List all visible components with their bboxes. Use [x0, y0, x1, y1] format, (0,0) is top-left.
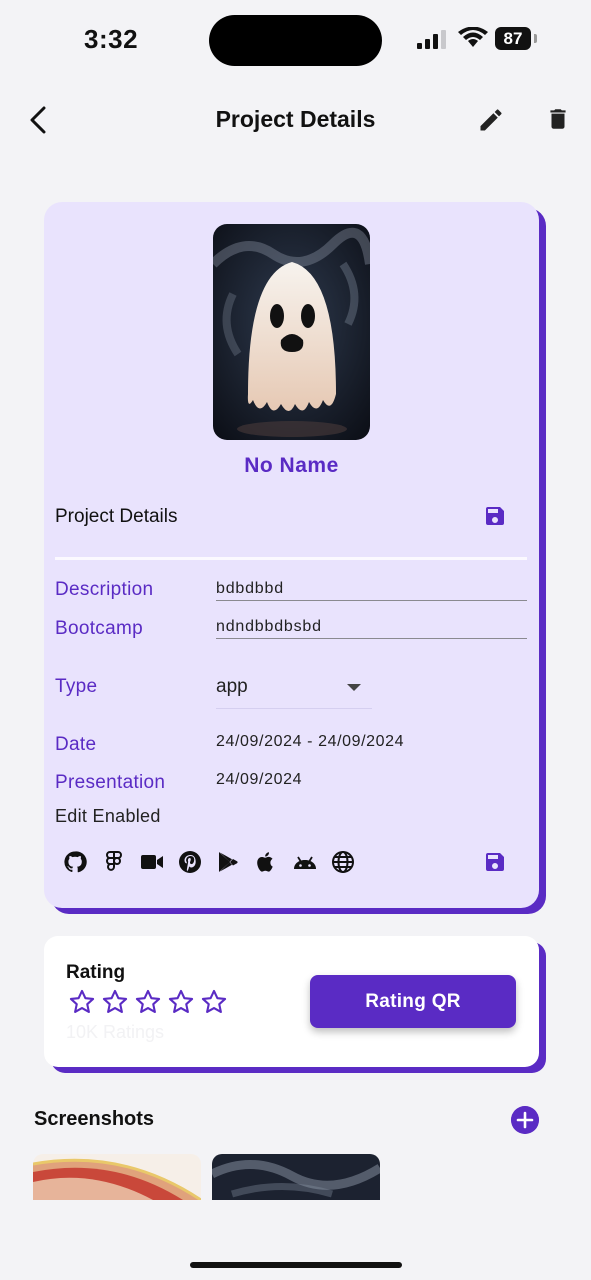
- description-field[interactable]: bdbdbbd: [216, 580, 284, 598]
- star-icon[interactable]: [68, 988, 96, 1016]
- section-title: Project Details: [55, 506, 178, 527]
- presentation-label: Presentation: [55, 772, 166, 793]
- save-links-icon[interactable]: [483, 850, 507, 874]
- figma-icon[interactable]: [102, 850, 126, 874]
- screenshot-thumbnail[interactable]: [33, 1154, 201, 1200]
- bootcamp-field[interactable]: ndndbbdbsbd: [216, 618, 322, 636]
- rating-title: Rating: [66, 962, 126, 983]
- add-screenshot-icon[interactable]: [511, 1106, 539, 1134]
- screenshots-title: Screenshots: [34, 1108, 155, 1130]
- presentation-field[interactable]: 24/09/2024: [216, 771, 302, 789]
- date-field[interactable]: 24/09/2024 - 24/09/2024: [216, 733, 404, 751]
- type-label: Type: [55, 676, 98, 697]
- dynamic-island: [209, 15, 382, 66]
- rating-count: 10K Ratings: [66, 1022, 165, 1042]
- wifi-icon: [458, 27, 488, 47]
- star-icon[interactable]: [167, 988, 195, 1016]
- delete-trash-icon[interactable]: [545, 104, 571, 134]
- status-time: 3:32: [84, 24, 139, 54]
- type-dropdown[interactable]: app: [216, 676, 248, 698]
- video-icon[interactable]: [140, 850, 164, 874]
- date-label: Date: [55, 734, 97, 755]
- dropdown-arrow-icon[interactable]: [347, 684, 361, 691]
- project-details-card: No Name Project Details Description bdbd…: [44, 202, 539, 908]
- google-play-icon[interactable]: [216, 850, 240, 874]
- cellular-signal-icon: [417, 30, 446, 49]
- rating-card: Rating 10K Ratings Rating QR: [44, 936, 539, 1067]
- star-icon[interactable]: [200, 988, 228, 1016]
- star-icon[interactable]: [101, 988, 129, 1016]
- home-indicator: [190, 1262, 402, 1268]
- bootcamp-underline: [216, 638, 527, 639]
- edit-enabled-label: Edit Enabled: [55, 806, 161, 826]
- save-icon[interactable]: [483, 504, 507, 528]
- battery-indicator: 87: [495, 27, 531, 50]
- android-icon[interactable]: [292, 850, 318, 874]
- rating-qr-button[interactable]: Rating QR: [310, 975, 516, 1028]
- web-globe-icon[interactable]: [331, 850, 355, 874]
- screenshot-thumbnail[interactable]: [212, 1154, 380, 1200]
- type-underline: [216, 708, 372, 709]
- divider: [55, 557, 527, 560]
- apple-icon[interactable]: [254, 850, 278, 874]
- description-underline: [216, 600, 527, 601]
- bootcamp-label: Bootcamp: [55, 618, 143, 639]
- edit-pencil-icon[interactable]: [477, 106, 505, 134]
- status-bar: 3:32 87: [0, 0, 591, 80]
- description-label: Description: [55, 579, 154, 600]
- project-name: No Name: [244, 454, 339, 477]
- github-icon[interactable]: [63, 850, 87, 874]
- top-navigation: Project Details: [0, 90, 591, 150]
- pinterest-icon[interactable]: [178, 850, 202, 874]
- project-cover-image[interactable]: [213, 224, 370, 440]
- star-icon[interactable]: [134, 988, 162, 1016]
- battery-tip: [534, 34, 537, 43]
